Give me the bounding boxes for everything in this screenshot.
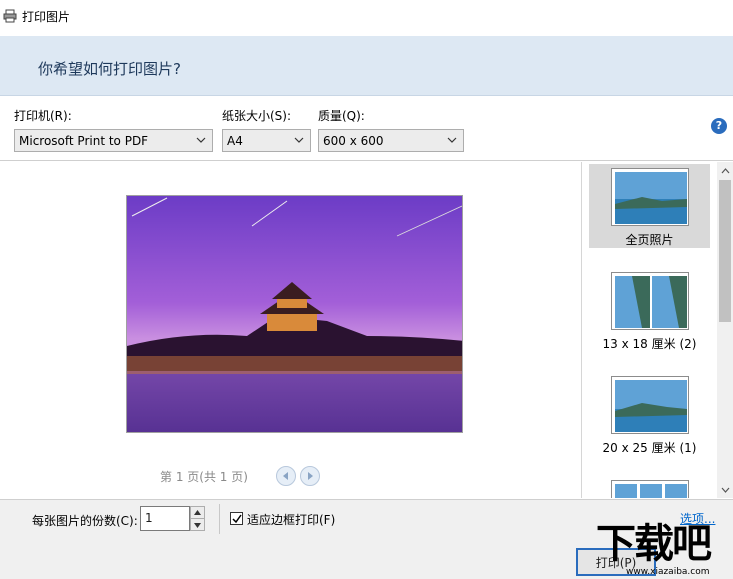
paper-size-label: 纸张大小(S): — [222, 109, 292, 123]
layout-thumbnail — [611, 376, 689, 434]
scroll-down-button[interactable] — [717, 481, 733, 498]
scroll-up-button[interactable] — [717, 162, 733, 179]
checkmark-icon — [231, 514, 242, 523]
page-indicator: 第 1 页(共 1 页) — [160, 470, 248, 484]
layout-scrollbar[interactable] — [717, 162, 733, 498]
layout-item-partial[interactable] — [589, 476, 710, 498]
print-options-row: 打印机(R): Microsoft Print to PDF 纸张大小(S): … — [0, 97, 733, 161]
next-page-button[interactable] — [300, 466, 320, 486]
chevron-right-icon — [308, 472, 313, 480]
fit-to-frame-checkbox[interactable] — [230, 512, 243, 525]
printer-select[interactable]: Microsoft Print to PDF — [14, 129, 213, 152]
chevron-down-icon — [196, 137, 206, 143]
layout-item-13x18[interactable]: 13 x 18 厘米 (2) — [589, 268, 710, 352]
divider — [219, 504, 220, 534]
copies-input[interactable]: 1 — [140, 506, 190, 531]
scroll-thumb[interactable] — [719, 180, 731, 322]
layout-label: 13 x 18 厘米 (2) — [602, 337, 697, 351]
paper-size-select[interactable]: A4 — [222, 129, 311, 152]
chevron-down-icon — [194, 522, 201, 528]
increment-button[interactable] — [191, 507, 204, 519]
layout-thumbnail — [611, 480, 689, 498]
help-icon[interactable]: ? — [711, 118, 727, 134]
header-banner: 你希望如何打印图片? — [0, 36, 733, 96]
page-title: 你希望如何打印图片? — [38, 60, 181, 78]
copies-stepper[interactable] — [190, 506, 205, 531]
layout-label: 20 x 25 厘米 (1) — [602, 441, 697, 455]
chevron-up-icon — [194, 510, 201, 515]
preview-pane: 第 1 页(共 1 页) — [0, 162, 582, 498]
paper-size-value: A4 — [227, 133, 243, 148]
layout-thumbnail — [611, 168, 689, 226]
chevron-left-icon — [283, 472, 288, 480]
watermark-text: 下载吧 — [596, 521, 712, 567]
layout-item-full-page[interactable]: 全页照片 — [589, 164, 710, 248]
layout-list: 全页照片 13 x 18 厘米 (2) 20 x 25 厘米 (1) — [583, 162, 718, 498]
layout-label: 全页照片 — [625, 233, 674, 247]
preview-image — [126, 195, 463, 433]
quality-value: 600 x 600 — [323, 133, 384, 148]
previous-page-button[interactable] — [276, 466, 296, 486]
chevron-down-icon — [447, 137, 457, 143]
window-title: 打印图片 — [22, 9, 71, 24]
printer-label: 打印机(R): — [14, 109, 72, 123]
title-bar: 打印图片 — [0, 0, 733, 32]
fit-to-frame-label: 适应边框打印(F) — [247, 513, 336, 527]
chevron-down-icon — [294, 137, 304, 143]
watermark-logo: 下载吧 www.xiazaiba.com — [596, 522, 733, 579]
chevron-down-icon — [721, 487, 729, 493]
copies-label: 每张图片的份数(C): — [32, 514, 138, 528]
quality-label: 质量(Q): — [318, 109, 365, 123]
chevron-up-icon — [721, 167, 729, 173]
layout-item-20x25[interactable]: 20 x 25 厘米 (1) — [589, 372, 710, 456]
printer-icon — [2, 8, 18, 24]
printer-select-value: Microsoft Print to PDF — [19, 133, 149, 148]
decrement-button[interactable] — [191, 519, 204, 531]
layout-thumbnail — [611, 272, 689, 330]
quality-select[interactable]: 600 x 600 — [318, 129, 464, 152]
watermark-url: www.xiazaiba.com — [626, 567, 710, 577]
